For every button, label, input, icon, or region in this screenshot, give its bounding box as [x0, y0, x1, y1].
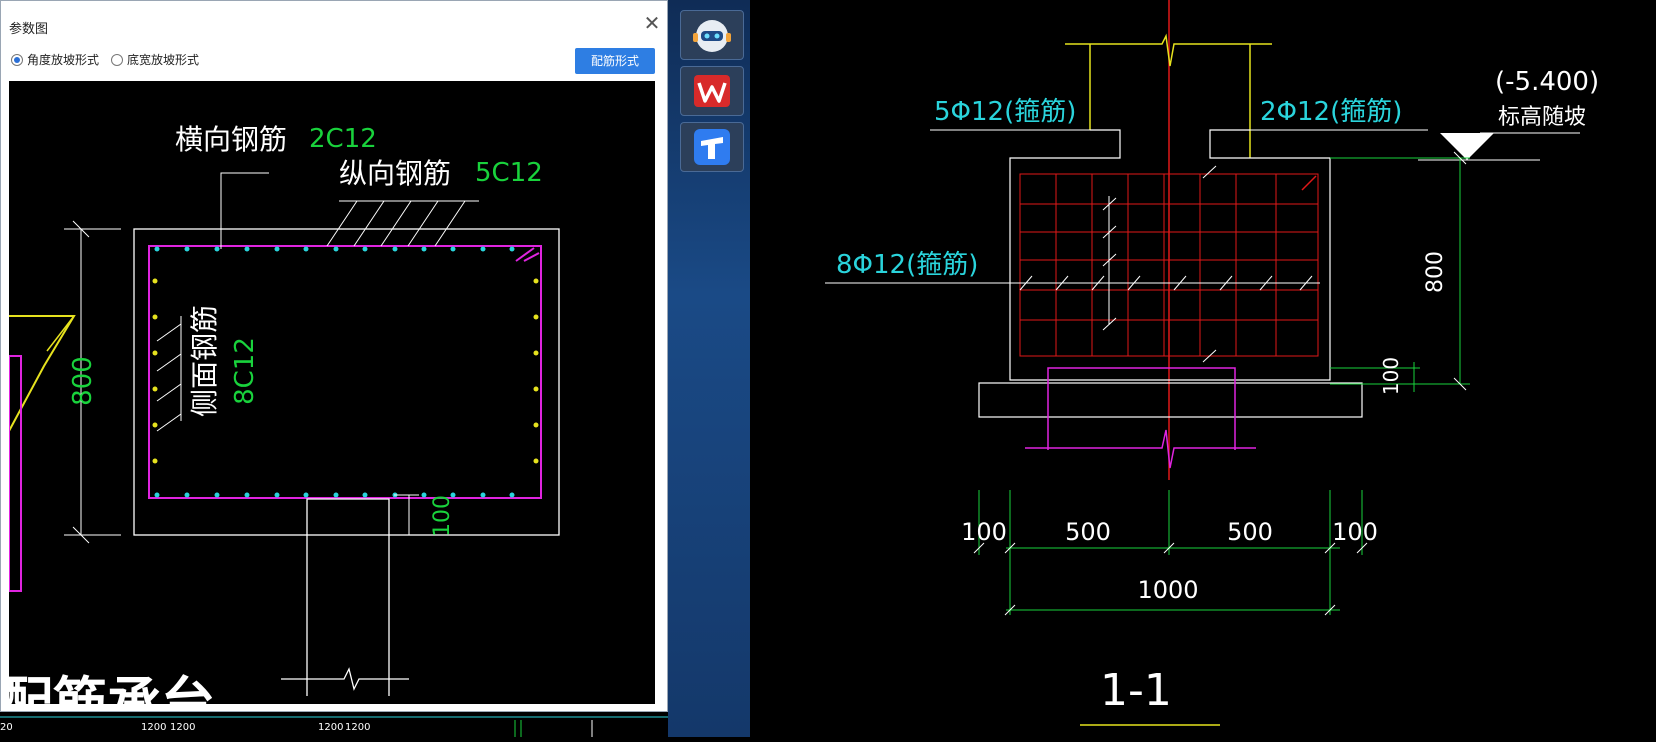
- ruler-mark: 20: [0, 722, 13, 733]
- pier-break-line: [1025, 429, 1256, 469]
- dim-bottom-label: 500: [1227, 518, 1273, 546]
- ruler-drawing: 20 1200 1200 1200 1200: [0, 716, 668, 737]
- radio-width-slope[interactable]: 底宽放坡形式: [111, 51, 199, 68]
- tencent-docs-icon[interactable]: [680, 122, 744, 172]
- dim-bottom-label: 500: [1065, 518, 1111, 546]
- dim-100-label: 100: [1379, 357, 1403, 395]
- rebar-label-top-left: 5Φ12(箍筋): [934, 97, 1076, 127]
- transverse-leader: [220, 172, 269, 249]
- longitudinal-value: 5C12: [475, 158, 543, 188]
- dim-total-label: 1000: [1137, 576, 1198, 604]
- rebar-form-button[interactable]: 配筋形式: [575, 48, 655, 74]
- radio-label: 角度放坡形式: [27, 53, 100, 67]
- close-icon[interactable]: ✕: [641, 13, 663, 35]
- ruler-mark: 1200: [170, 722, 195, 733]
- docs-glyph: [694, 129, 730, 165]
- robot-icon[interactable]: [680, 10, 744, 60]
- rebar-label-left: 8Φ12(箍筋): [836, 250, 978, 280]
- rebar-label-top-right: 2Φ12(箍筋): [1260, 97, 1402, 127]
- cap-outline: [1009, 129, 1331, 381]
- dim-800-label: 800: [1423, 251, 1448, 293]
- adjacent-section: [9, 355, 22, 592]
- top-rebar-dots: [154, 246, 515, 252]
- longitudinal-label: 纵向钢筋: [339, 157, 451, 190]
- dim-800-label: 800: [68, 356, 98, 406]
- robot-glyph: [693, 20, 731, 52]
- preview-drawing: 800 100 横向钢筋 2C12 纵向钢筋 5C12 侧面钢筋 8C12 配筋…: [9, 123, 560, 704]
- slope-hatch: [46, 315, 75, 352]
- ruler-mark: 1200: [345, 722, 370, 733]
- parameter-preview-canvas: 800 100 横向钢筋 2C12 纵向钢筋 5C12 侧面钢筋 8C12 配筋…: [9, 81, 655, 704]
- dialog-title: 参数图: [9, 21, 49, 36]
- taskbar-strip: [668, 0, 750, 737]
- dim-100-label: 100: [430, 495, 455, 537]
- section-drawing: (-5.400) 标高随坡 800 100 100 500 500 100 10…: [825, 0, 1599, 726]
- stirrup-hook: [1301, 175, 1317, 191]
- stirrup-hook: [515, 247, 535, 262]
- transverse-label: 横向钢筋: [175, 123, 287, 156]
- elevation-note: 标高随坡: [1498, 105, 1586, 130]
- elevation-value: (-5.400): [1495, 67, 1599, 97]
- cad-section-view: (-5.400) 标高随坡 800 100 100 500 500 100 10…: [750, 0, 1656, 737]
- radio-label: 底宽放坡形式: [127, 53, 200, 67]
- dim-bottom-label: 100: [1332, 518, 1378, 546]
- longitudinal-ticks: [326, 200, 466, 247]
- parameter-dialog: 参数图 ✕ 角度放坡形式 底宽放坡形式 配筋形式 800 100 横向钢筋 2C…: [0, 0, 668, 712]
- radio-checked-icon: [11, 53, 23, 66]
- pier-outline: [306, 498, 390, 696]
- radio-unchecked-icon: [111, 53, 124, 66]
- break-line: [281, 667, 409, 691]
- leader-ticks: [1019, 165, 1313, 363]
- cad-ruler-strip: 20 1200 1200 1200 1200: [0, 712, 668, 737]
- side-ticks: [156, 323, 182, 432]
- radio-angle-slope[interactable]: 角度放坡形式: [11, 51, 99, 68]
- dim-bottom-label: 100: [961, 518, 1007, 546]
- base-slab: [978, 382, 1363, 418]
- side-label: 侧面钢筋: [188, 305, 221, 417]
- ruler-mark: 1200: [318, 722, 343, 733]
- ruler-mark: 1200: [141, 722, 166, 733]
- wps-glyph: [694, 75, 730, 107]
- elevation-triangle: [1440, 133, 1494, 160]
- slope-mode-group: 角度放坡形式 底宽放坡形式: [11, 51, 211, 68]
- slope-line: [9, 315, 76, 432]
- section-label: 1-1: [1100, 665, 1172, 716]
- wps-icon[interactable]: [680, 66, 744, 116]
- side-value: 8C12: [230, 337, 260, 405]
- bottom-rebar-dots: [154, 492, 515, 498]
- preview-title: 配筋承台: [9, 671, 215, 704]
- transverse-value: 2C12: [309, 124, 377, 154]
